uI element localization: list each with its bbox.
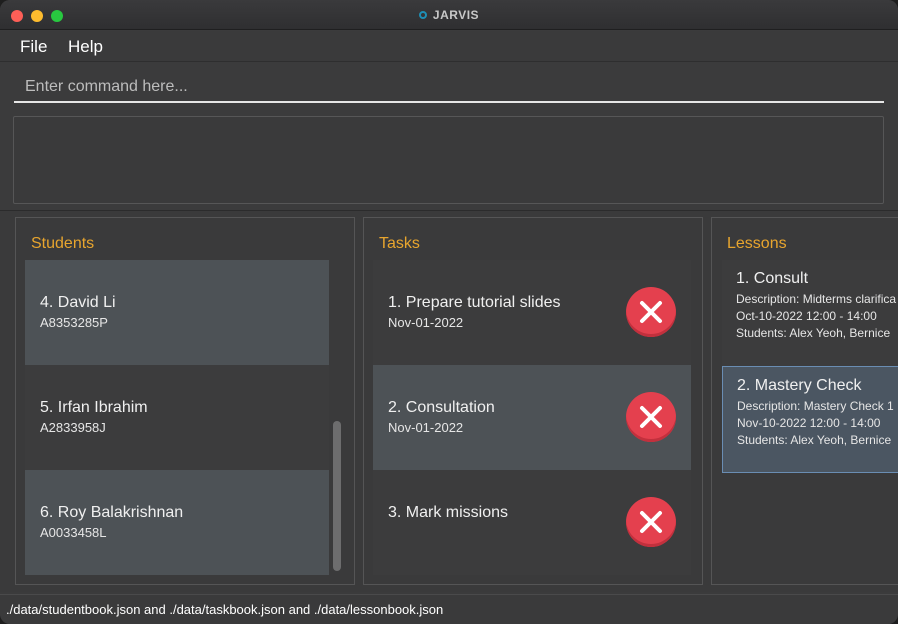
- window-title-text: JARVIS: [432, 8, 480, 22]
- student-card[interactable]: 4. David Li A8353285P: [25, 260, 329, 365]
- command-area: [0, 62, 898, 210]
- result-display: [13, 116, 884, 204]
- students-panel-title: Students: [31, 235, 95, 252]
- student-id: A2833958J: [40, 420, 106, 435]
- task-card[interactable]: 3. Mark missions: [373, 470, 691, 575]
- window-title: JARVIS: [0, 8, 898, 22]
- tasks-panel: Tasks 1. Prepare tutorial slides Nov-01-…: [363, 217, 703, 585]
- task-date: Nov-01-2022: [388, 420, 464, 435]
- students-panel: Students 4. David Li A8353285P 5. Irfan …: [15, 217, 355, 585]
- menu-file[interactable]: File: [20, 37, 47, 57]
- lesson-students: Students: Alex Yeoh, Bernice: [737, 433, 892, 447]
- student-card[interactable]: 6. Roy Balakrishnan A0033458L: [25, 470, 329, 575]
- students-scrollbar[interactable]: [333, 421, 341, 571]
- close-x-icon: [640, 301, 662, 323]
- student-name: 5. Irfan Ibrahim: [40, 399, 148, 416]
- app-window: JARVIS File Help Students 4. David Li A8…: [0, 0, 898, 624]
- menu-bar: File Help: [0, 31, 898, 62]
- lesson-time: Nov-10-2022 12:00 - 14:00: [737, 416, 881, 430]
- task-date: Nov-01-2022: [388, 315, 464, 330]
- lesson-students: Students: Alex Yeoh, Bernice: [736, 326, 891, 340]
- close-x-icon: [640, 511, 662, 533]
- lesson-description: Description: Midterms clarifica: [736, 292, 897, 306]
- lesson-card[interactable]: 1. Consult Description: Midterms clarifi…: [722, 260, 898, 367]
- status-file-paths: ./data/studentbook.json and ./data/taskb…: [6, 602, 444, 617]
- status-bar: ./data/studentbook.json and ./data/taskb…: [0, 594, 898, 624]
- tasks-panel-title: Tasks: [379, 235, 420, 252]
- task-name: 1. Prepare tutorial slides: [388, 294, 561, 311]
- task-name: 3. Mark missions: [388, 504, 509, 521]
- lessons-panel-title: Lessons: [727, 235, 787, 252]
- student-card[interactable]: 5. Irfan Ibrahim A2833958J: [25, 365, 329, 470]
- delete-task-button[interactable]: [626, 287, 676, 337]
- lessons-panel: Lessons 1. Consult Description: Midterms…: [711, 217, 898, 585]
- lesson-time: Oct-10-2022 12:00 - 14:00: [736, 309, 877, 323]
- student-name: 4. David Li: [40, 294, 116, 311]
- task-card[interactable]: 2. Consultation Nov-01-2022: [373, 365, 691, 470]
- student-id: A8353285P: [40, 315, 108, 330]
- lesson-name: 1. Consult: [736, 270, 809, 287]
- lesson-card-selected[interactable]: 2. Mastery Check Description: Mastery Ch…: [722, 366, 898, 473]
- student-name: 6. Roy Balakrishnan: [40, 504, 184, 521]
- command-input[interactable]: [14, 72, 884, 103]
- task-card[interactable]: 1. Prepare tutorial slides Nov-01-2022: [373, 260, 691, 365]
- lesson-description: Description: Mastery Check 1: [737, 399, 894, 413]
- title-bar: JARVIS: [0, 0, 898, 30]
- close-x-icon: [640, 406, 662, 428]
- jarvis-app-icon: [418, 11, 427, 19]
- delete-task-button[interactable]: [626, 497, 676, 547]
- delete-task-button[interactable]: [626, 392, 676, 442]
- lesson-name: 2. Mastery Check: [737, 377, 862, 394]
- task-name: 2. Consultation: [388, 399, 495, 416]
- lists-area: Students 4. David Li A8353285P 5. Irfan …: [0, 210, 898, 592]
- menu-help[interactable]: Help: [68, 37, 103, 57]
- student-id: A0033458L: [40, 525, 107, 540]
